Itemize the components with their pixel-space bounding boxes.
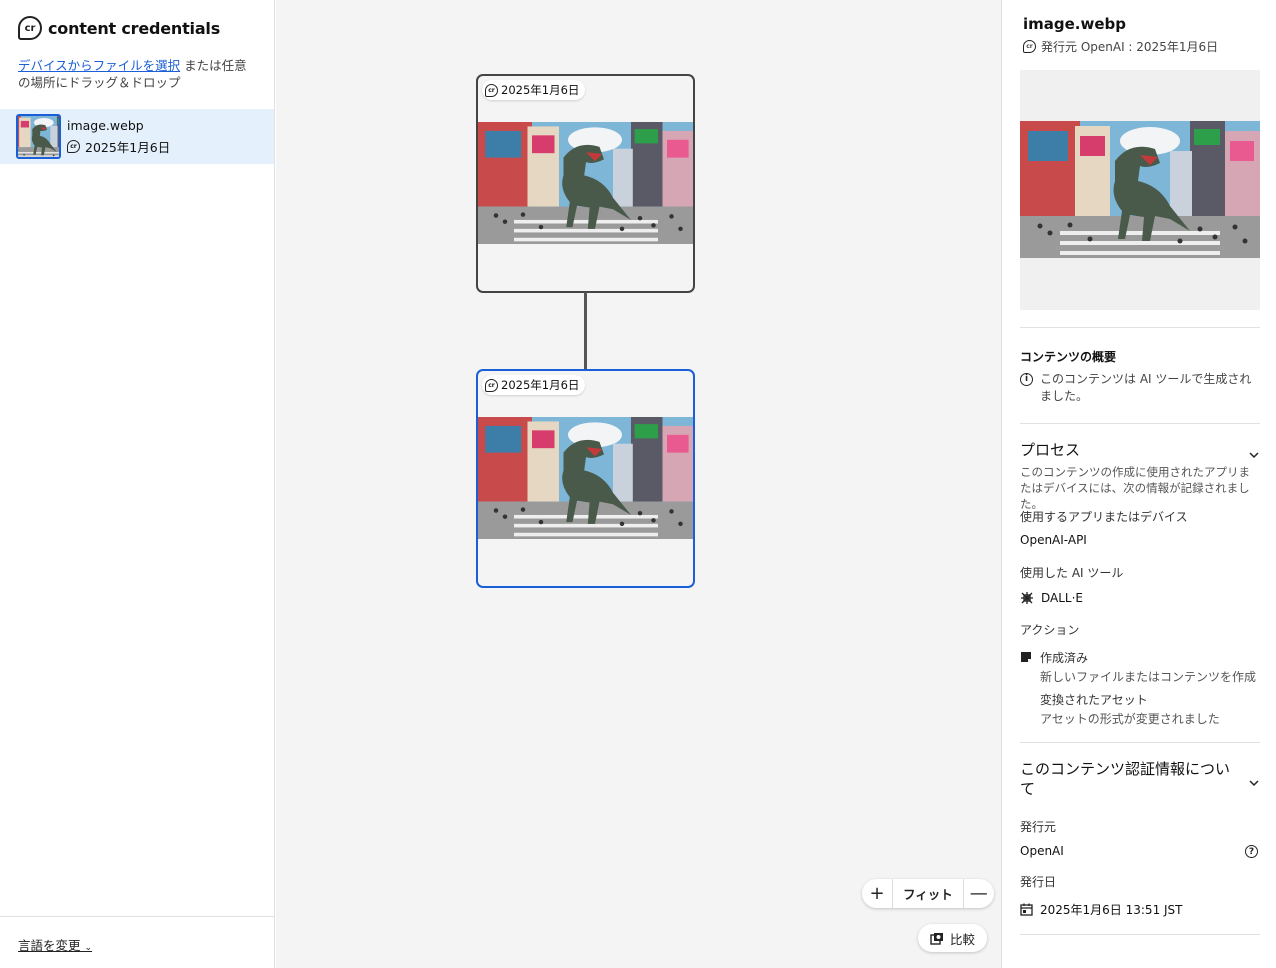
issued-date-value: 2025年1月6日 13:51 JST: [1040, 903, 1183, 917]
divider: [1020, 327, 1260, 328]
file-thumbnail: [16, 114, 61, 159]
change-language-button[interactable]: 言語を変更 ⌄: [18, 935, 92, 954]
node-date: 2025年1月6日: [501, 378, 580, 392]
cr-logo-icon: cr: [1023, 40, 1036, 53]
cr-logo-icon: cr: [485, 83, 498, 97]
cr-logo-icon: cr: [18, 16, 42, 40]
created-icon: [1021, 652, 1031, 662]
ai-tool-icon: [1021, 592, 1033, 604]
help-icon[interactable]: ?: [1245, 845, 1258, 858]
ai-tool-label: 使用した AI ツール: [1020, 566, 1124, 580]
node-connector: [584, 292, 587, 370]
compare-label: 比較: [950, 931, 976, 947]
select-file-link[interactable]: デバイスからファイルを選択: [18, 58, 180, 73]
file-name: image.webp: [67, 117, 144, 133]
brand-name: content credentials: [48, 18, 221, 38]
issued-date-label: 発行日: [1020, 875, 1057, 889]
action-desc: 新しいファイルまたはコンテンツを作成: [1040, 670, 1257, 684]
action-created: 作成済み 新しいファイルまたはコンテンツを作成: [1040, 649, 1256, 685]
provenance-node-current[interactable]: cr 2025年1月6日: [476, 369, 695, 588]
chevron-down-icon[interactable]: [1248, 774, 1260, 787]
divider: [1020, 423, 1260, 424]
panel-title: image.webp: [1023, 15, 1127, 33]
app-label: 使用するアプリまたはデバイス: [1020, 510, 1188, 524]
plus-icon: +: [869, 883, 885, 904]
issuer-label: 発行元: [1020, 820, 1057, 834]
cr-logo-icon: cr: [485, 378, 498, 392]
image-preview: [1020, 70, 1260, 310]
action-title: 変換されたアセット: [1040, 693, 1148, 707]
minus-icon: —: [969, 883, 988, 904]
file-sidebar: cr content credentials デバイスからファイルを選択 または…: [0, 0, 275, 968]
action-title: 作成済み: [1040, 651, 1089, 665]
cr-logo-icon: cr: [67, 139, 80, 153]
summary-text: このコンテンツは AI ツールで生成されました。: [1040, 372, 1252, 403]
divider: [1020, 742, 1260, 743]
file-list-item[interactable]: image.webp cr 2025年1月6日: [0, 109, 274, 164]
about-heading[interactable]: このコンテンツ認証情報について: [1020, 759, 1240, 799]
brand: cr content credentials: [18, 16, 220, 40]
info-icon: i: [1020, 373, 1033, 386]
ai-tool-value: DALL·E: [1041, 591, 1084, 605]
provenance-node-parent[interactable]: cr 2025年1月6日: [476, 74, 695, 293]
upload-hint: デバイスからファイルを選択 または任意の場所にドラッグ＆ドロップ: [18, 57, 258, 91]
calendar-icon: [1020, 903, 1033, 916]
node-image: [478, 417, 694, 539]
file-date: 2025年1月6日: [85, 139, 171, 155]
app-value: OpenAI-API: [1020, 533, 1087, 547]
action-desc: アセットの形式が変更されました: [1040, 712, 1220, 726]
process-heading[interactable]: プロセス: [1020, 440, 1240, 460]
compare-icon: [930, 932, 943, 945]
details-panel: image.webp cr 発行元 OpenAI : 2025年1月6日 コンテ…: [1001, 0, 1276, 968]
sidebar-footer: 言語を変更 ⌄: [0, 916, 274, 968]
zoom-controls: + フィット —: [862, 879, 994, 908]
summary-heading: コンテンツの概要: [1020, 350, 1117, 364]
zoom-in-button[interactable]: +: [862, 879, 892, 908]
node-date: 2025年1月6日: [501, 83, 580, 97]
issuer-value: OpenAI: [1020, 844, 1064, 858]
zoom-out-button[interactable]: —: [964, 879, 994, 908]
compare-button[interactable]: 比較: [918, 924, 988, 952]
divider: [1020, 934, 1260, 935]
action-converted: 変換されたアセット アセットの形式が変更されました: [1040, 691, 1220, 727]
chevron-down-icon[interactable]: [1248, 446, 1260, 459]
provenance-canvas[interactable]: cr 2025年1月6日 cr 2025年1月6日 + フィット — 比較: [276, 0, 1001, 968]
node-image: [478, 122, 694, 244]
process-description: このコンテンツの作成に使用されたアプリまたはデバイスには、次の情報が記録されまし…: [1020, 465, 1250, 511]
actions-label: アクション: [1020, 623, 1080, 637]
issuer-line: 発行元 OpenAI : 2025年1月6日: [1041, 40, 1219, 54]
zoom-fit-button[interactable]: フィット: [892, 879, 964, 908]
chevron-down-icon: ⌄: [84, 943, 93, 953]
